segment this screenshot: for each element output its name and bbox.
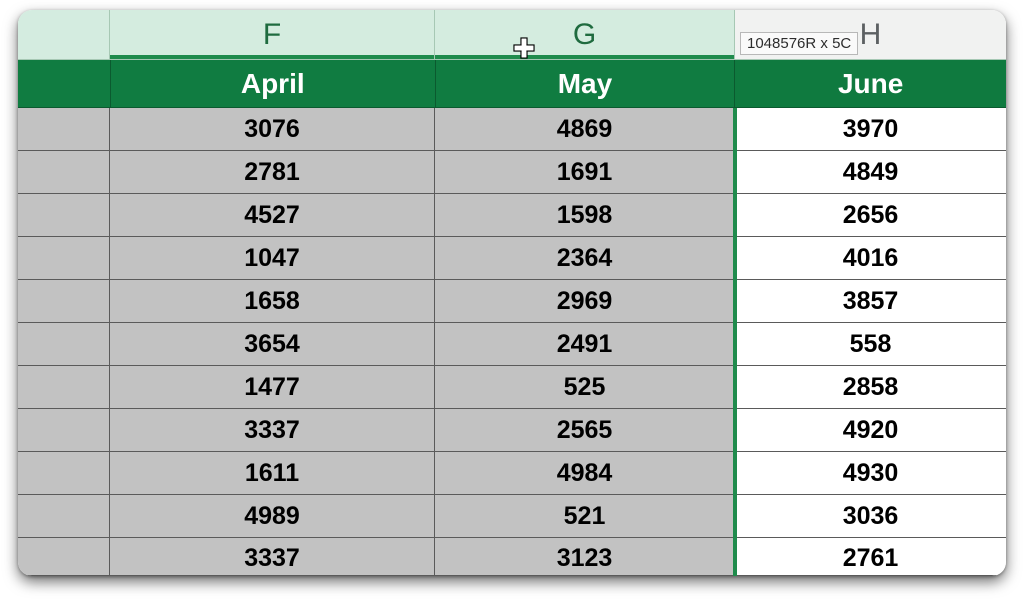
row-stub[interactable]	[18, 151, 110, 194]
cell[interactable]: 2491	[435, 323, 735, 366]
table-row[interactable]: 3337 2565 4920	[18, 409, 1006, 452]
table-row[interactable]: 1477 525 2858	[18, 366, 1006, 409]
cell[interactable]: 4984	[435, 452, 735, 495]
cell[interactable]: 4016	[735, 237, 1006, 280]
month-header-may[interactable]: May	[436, 60, 736, 108]
row-stub[interactable]	[18, 495, 110, 538]
cell[interactable]: 4869	[435, 108, 735, 151]
month-label: June	[838, 68, 903, 100]
cell[interactable]: 4930	[735, 452, 1006, 495]
cell[interactable]: 2656	[735, 194, 1006, 237]
column-header-f[interactable]: F	[110, 10, 435, 60]
cell[interactable]: 3123	[435, 538, 735, 576]
cell[interactable]: 3970	[735, 108, 1006, 151]
cell[interactable]: 3036	[735, 495, 1006, 538]
cell[interactable]: 3857	[735, 280, 1006, 323]
cell[interactable]: 1477	[110, 366, 435, 409]
spreadsheet-viewport: F G H April May June 3076 4869 3970	[18, 10, 1006, 576]
month-label: May	[558, 68, 612, 100]
cell[interactable]: 1691	[435, 151, 735, 194]
data-grid[interactable]: 3076 4869 3970 2781 1691 4849 4527 1598 …	[18, 108, 1006, 576]
row-stub[interactable]	[18, 108, 110, 151]
cell[interactable]: 4920	[735, 409, 1006, 452]
column-letter: G	[573, 18, 596, 52]
table-row[interactable]: 3337 3123 2761	[18, 538, 1006, 576]
table-row[interactable]: 3654 2491 558	[18, 323, 1006, 366]
table-row[interactable]: 3076 4869 3970	[18, 108, 1006, 151]
cell[interactable]: 2781	[110, 151, 435, 194]
row-stub[interactable]	[18, 280, 110, 323]
month-label: April	[241, 68, 305, 100]
cell[interactable]: 521	[435, 495, 735, 538]
month-header-april[interactable]: April	[111, 60, 436, 108]
cell[interactable]: 558	[735, 323, 1006, 366]
table-row[interactable]: 4527 1598 2656	[18, 194, 1006, 237]
selection-size-tooltip: 1048576R x 5C	[740, 32, 858, 55]
selection-top-border	[435, 55, 734, 59]
cell[interactable]: 2969	[435, 280, 735, 323]
column-header-g[interactable]: G	[435, 10, 735, 60]
header-stub[interactable]	[18, 10, 110, 60]
cell[interactable]: 3337	[110, 409, 435, 452]
column-letter: F	[263, 18, 281, 52]
table-row[interactable]: 4989 521 3036	[18, 495, 1006, 538]
month-header-june[interactable]: June	[735, 60, 1006, 108]
cell[interactable]: 4989	[110, 495, 435, 538]
row-stub[interactable]	[18, 237, 110, 280]
table-row[interactable]: 2781 1691 4849	[18, 151, 1006, 194]
row-stub[interactable]	[18, 366, 110, 409]
month-header-row: April May June	[18, 60, 1006, 108]
cell[interactable]: 3337	[110, 538, 435, 576]
table-row[interactable]: 1658 2969 3857	[18, 280, 1006, 323]
column-letter: H	[860, 18, 882, 52]
cell[interactable]: 4527	[110, 194, 435, 237]
table-row[interactable]: 1611 4984 4930	[18, 452, 1006, 495]
selection-top-border	[110, 55, 434, 59]
row-stub[interactable]	[18, 409, 110, 452]
cell[interactable]: 1047	[110, 237, 435, 280]
row-stub[interactable]	[18, 194, 110, 237]
cell[interactable]: 1598	[435, 194, 735, 237]
cell[interactable]: 3654	[110, 323, 435, 366]
cell[interactable]: 525	[435, 366, 735, 409]
row-stub[interactable]	[18, 452, 110, 495]
cell[interactable]: 2364	[435, 237, 735, 280]
selection-right-border	[733, 108, 737, 576]
month-stub	[18, 60, 111, 108]
cell[interactable]: 1611	[110, 452, 435, 495]
cell[interactable]: 4849	[735, 151, 1006, 194]
row-stub[interactable]	[18, 323, 110, 366]
table-row[interactable]: 1047 2364 4016	[18, 237, 1006, 280]
cell[interactable]: 2761	[735, 538, 1006, 576]
cell[interactable]: 2565	[435, 409, 735, 452]
cell[interactable]: 1658	[110, 280, 435, 323]
cell[interactable]: 2858	[735, 366, 1006, 409]
row-stub[interactable]	[18, 538, 110, 576]
excel-cursor-icon	[513, 37, 535, 59]
cell[interactable]: 3076	[110, 108, 435, 151]
